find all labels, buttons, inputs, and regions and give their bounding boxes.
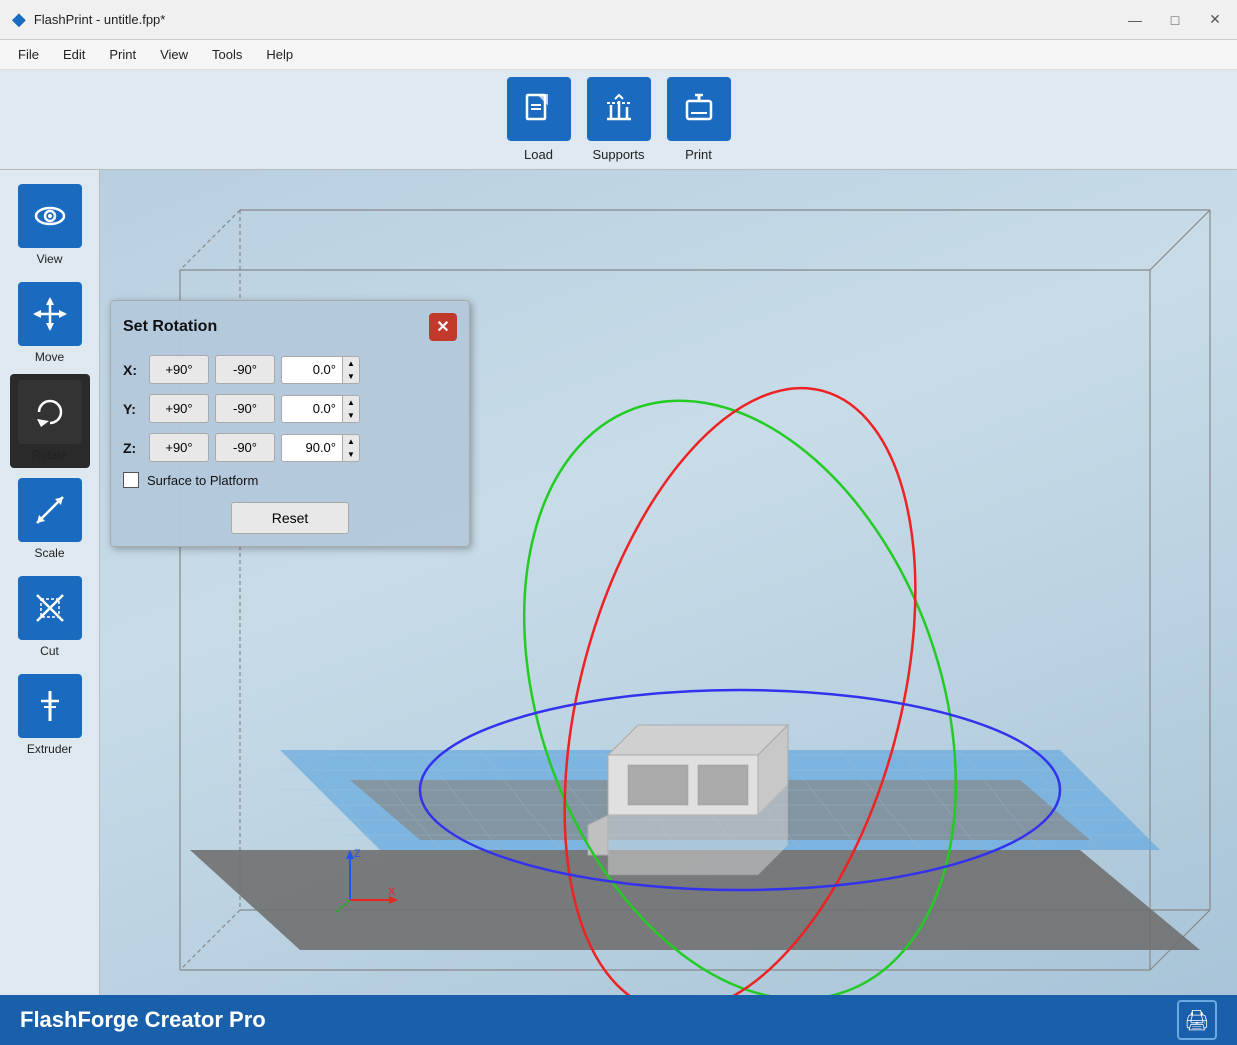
axis-indicator: Z X [330, 845, 400, 915]
surface-platform-label: Surface to Platform [147, 473, 258, 488]
title-bar: ◆ FlashPrint - untitle.fpp* — □ ✕ [0, 0, 1237, 40]
menu-item-print[interactable]: Print [99, 43, 146, 66]
rotate-sidebar-label: Rotate [32, 448, 67, 462]
dialog-close-button[interactable]: ✕ [429, 313, 457, 341]
move-sidebar-label: Move [35, 350, 64, 364]
y-axis-label: Y: [123, 401, 143, 417]
load-label: Load [524, 147, 553, 162]
menu-item-file[interactable]: File [8, 43, 49, 66]
y-value-input-wrap: ▲ ▼ [281, 395, 360, 423]
3d-object [578, 695, 878, 895]
x-axis-label: X: [123, 362, 143, 378]
extruder-sidebar-label: Extruder [27, 742, 72, 756]
sidebar-btn-cut[interactable]: Cut [10, 570, 90, 664]
x-value-input[interactable] [282, 358, 342, 381]
z-spin-buttons: ▲ ▼ [342, 435, 359, 461]
toolbar-btn-print[interactable]: Print [667, 77, 731, 162]
y-spin-buttons: ▲ ▼ [342, 396, 359, 422]
y-spin-up[interactable]: ▲ [343, 396, 359, 409]
x-spin-buttons: ▲ ▼ [342, 357, 359, 383]
menu-bar: FileEditPrintViewToolsHelp [0, 40, 1237, 70]
sidebar-btn-rotate[interactable]: Rotate [10, 374, 90, 468]
rotate-sidebar-icon [18, 380, 82, 444]
z-value-input-wrap: ▲ ▼ [281, 434, 360, 462]
load-icon [507, 77, 571, 141]
y-value-input[interactable] [282, 397, 342, 420]
scale-sidebar-icon [18, 478, 82, 542]
sidebar: View Move Rotate Scale Cut Extruder [0, 170, 100, 995]
menu-item-tools[interactable]: Tools [202, 43, 252, 66]
x-neg90-button[interactable]: -90° [215, 355, 275, 384]
z-neg90-button[interactable]: -90° [215, 433, 275, 462]
z-value-input[interactable] [282, 436, 342, 459]
sidebar-btn-extruder[interactable]: Extruder [10, 668, 90, 762]
x-pos90-button[interactable]: +90° [149, 355, 209, 384]
menu-item-view[interactable]: View [150, 43, 198, 66]
y-rotation-row: Y: +90° -90° ▲ ▼ [123, 394, 457, 423]
app-logo: ◆ [12, 9, 26, 30]
print-icon [667, 77, 731, 141]
view-sidebar-label: View [37, 252, 63, 266]
maximize-button[interactable]: □ [1165, 10, 1185, 30]
z-axis-label: Z: [123, 440, 143, 456]
x-spin-up[interactable]: ▲ [343, 357, 359, 370]
toolbar-btn-supports[interactable]: Supports [587, 77, 651, 162]
status-bar: FlashForge Creator Pro 🖨 [0, 995, 1237, 1045]
svg-text:Z: Z [354, 848, 361, 860]
supports-icon [587, 77, 651, 141]
window-title: FlashPrint - untitle.fpp* [34, 12, 1125, 27]
menu-item-help[interactable]: Help [256, 43, 303, 66]
sidebar-btn-move[interactable]: Move [10, 276, 90, 370]
supports-label: Supports [592, 147, 644, 162]
cut-sidebar-icon [18, 576, 82, 640]
surface-platform-row: Surface to Platform [123, 472, 457, 488]
z-spin-down[interactable]: ▼ [343, 448, 359, 461]
extruder-sidebar-icon [18, 674, 82, 738]
y-neg90-button[interactable]: -90° [215, 394, 275, 423]
set-rotation-dialog: Set Rotation ✕ X: +90° -90° ▲ ▼ Y: [110, 300, 470, 547]
close-button[interactable]: ✕ [1205, 10, 1225, 30]
z-rotation-row: Z: +90° -90° ▲ ▼ [123, 433, 457, 462]
x-value-input-wrap: ▲ ▼ [281, 356, 360, 384]
statusbar-title: FlashForge Creator Pro [20, 1007, 266, 1033]
y-pos90-button[interactable]: +90° [149, 394, 209, 423]
toolbar: Load Supports Print [0, 70, 1237, 170]
z-pos90-button[interactable]: +90° [149, 433, 209, 462]
viewport: Z X Set Rotation ✕ X: +90° -90° [100, 170, 1237, 995]
grid-platform [100, 170, 1237, 995]
dialog-title: Set Rotation [123, 318, 217, 336]
move-sidebar-icon [18, 282, 82, 346]
sidebar-btn-scale[interactable]: Scale [10, 472, 90, 566]
svg-text:X: X [388, 886, 396, 898]
box-wireframe [100, 170, 1237, 995]
scale-sidebar-label: Scale [34, 546, 64, 560]
y-spin-down[interactable]: ▼ [343, 409, 359, 422]
statusbar-printer-icon: 🖨 [1177, 1000, 1217, 1040]
minimize-button[interactable]: — [1125, 10, 1145, 30]
titlebar-controls: — □ ✕ [1125, 10, 1225, 30]
toolbar-btn-load[interactable]: Load [507, 77, 571, 162]
sidebar-btn-view[interactable]: View [10, 178, 90, 272]
reset-button[interactable]: Reset [231, 502, 350, 534]
main-area: View Move Rotate Scale Cut Extruder [0, 170, 1237, 995]
rotation-arcs [100, 170, 1237, 995]
x-spin-down[interactable]: ▼ [343, 370, 359, 383]
menu-item-edit[interactable]: Edit [53, 43, 95, 66]
dialog-header: Set Rotation ✕ [123, 313, 457, 341]
z-spin-up[interactable]: ▲ [343, 435, 359, 448]
surface-platform-checkbox[interactable] [123, 472, 139, 488]
view-sidebar-icon [18, 184, 82, 248]
x-rotation-row: X: +90° -90° ▲ ▼ [123, 355, 457, 384]
print-label: Print [685, 147, 712, 162]
cut-sidebar-label: Cut [40, 644, 59, 658]
